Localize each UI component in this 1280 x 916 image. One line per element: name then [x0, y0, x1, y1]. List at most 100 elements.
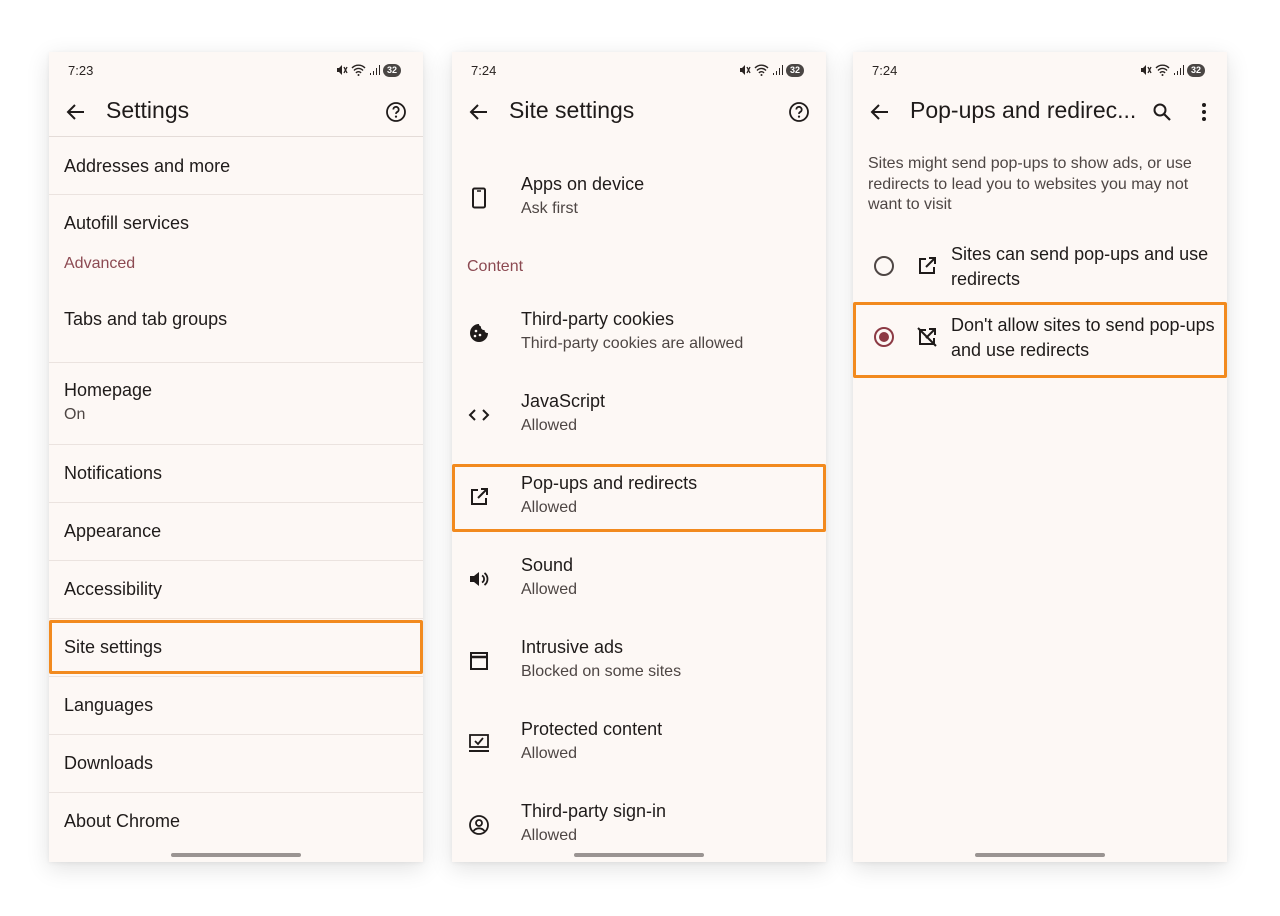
protected-content-icon	[467, 731, 491, 755]
site-setting-subtitle: Allowed	[521, 745, 578, 762]
app-bar: Site settings	[452, 88, 826, 136]
site-setting-subtitle: Ask first	[521, 200, 578, 217]
back-arrow-icon[interactable]	[63, 99, 89, 125]
status-bar: 7:23 32	[68, 62, 401, 78]
volume-icon	[467, 567, 491, 591]
battery-indicator: 32	[382, 63, 401, 77]
settings-item-appearance[interactable]: Appearance	[49, 503, 423, 561]
settings-item-label: Homepage	[64, 380, 153, 400]
settings-item-label: Autofill services	[64, 213, 190, 233]
settings-item-label: Appearance	[64, 521, 162, 541]
settings-item-addresses[interactable]: Addresses and more	[49, 137, 423, 195]
option-label: Sites can send pop-ups and use redirects	[951, 244, 1209, 289]
settings-item-site-settings[interactable]: Site settings	[49, 619, 423, 677]
settings-item-accessibility[interactable]: Accessibility	[49, 561, 423, 619]
back-arrow-icon[interactable]	[466, 99, 492, 125]
settings-item-label: Languages	[64, 695, 154, 715]
site-setting-third-party-sign-in[interactable]: Third-party sign-in Allowed	[452, 787, 826, 862]
site-setting-sound[interactable]: Sound Allowed	[452, 541, 826, 623]
settings-item-notifications[interactable]: Notifications	[49, 445, 423, 503]
settings-item-subtitle: On	[64, 406, 86, 423]
site-setting-label: Intrusive ads	[521, 637, 624, 657]
settings-item-label: Downloads	[64, 753, 154, 773]
site-setting-subtitle: Blocked on some sites	[521, 663, 682, 680]
help-icon[interactable]	[786, 99, 812, 125]
mute-icon	[1140, 65, 1152, 75]
open-in-new-off-icon	[915, 325, 939, 349]
site-setting-label: Protected content	[521, 719, 663, 739]
settings-item-label: Tabs and tab groups	[64, 309, 228, 329]
help-icon[interactable]	[383, 99, 409, 125]
status-time: 7:24	[471, 62, 497, 78]
battery-indicator: 32	[1186, 63, 1205, 77]
wifi-icon	[754, 64, 769, 76]
settings-item-downloads[interactable]: Downloads	[49, 735, 423, 793]
site-setting-label: Apps on device	[521, 174, 645, 194]
status-bar: 7:24 32	[872, 62, 1205, 78]
popups-description: Sites might send pop-ups to show ads, or…	[868, 155, 1192, 213]
site-setting-subtitle: Allowed	[521, 499, 578, 516]
settings-item-label: Site settings	[64, 637, 163, 657]
home-indicator[interactable]	[975, 853, 1105, 857]
window-icon	[467, 649, 491, 673]
option-allow-popups[interactable]: Sites can send pop-ups and use redirects	[853, 236, 1227, 298]
page-title: Settings	[106, 97, 190, 123]
search-icon[interactable]	[1149, 99, 1175, 125]
site-setting-label: Third-party sign-in	[521, 801, 667, 821]
account-circle-icon	[467, 813, 491, 837]
more-vert-icon[interactable]	[1191, 99, 1217, 125]
open-in-new-icon	[467, 485, 491, 509]
settings-item-label: Addresses and more	[64, 156, 231, 176]
site-setting-protected-content[interactable]: Protected content Allowed	[452, 705, 826, 787]
wifi-icon	[1155, 64, 1170, 76]
popups-screen: 7:24 32 Pop-ups and redirec... Sites mig…	[853, 52, 1227, 862]
home-indicator[interactable]	[574, 853, 704, 857]
site-setting-label: JavaScript	[521, 391, 606, 411]
status-icons: 32	[336, 63, 401, 77]
site-setting-apps-on-device[interactable]: Apps on device Ask first	[452, 160, 826, 242]
site-setting-javascript[interactable]: JavaScript Allowed	[452, 377, 826, 459]
settings-item-about-chrome[interactable]: About Chrome	[49, 793, 423, 851]
site-setting-subtitle: Allowed	[521, 827, 578, 844]
site-setting-subtitle: Allowed	[521, 417, 578, 434]
site-setting-third-party-cookies[interactable]: Third-party cookies Third-party cookies …	[452, 295, 826, 377]
page-title: Site settings	[509, 97, 635, 123]
back-arrow-icon[interactable]	[867, 99, 893, 125]
option-block-popups[interactable]: Don't allow sites to send pop-ups and us…	[853, 307, 1227, 369]
settings-item-homepage[interactable]: Homepage On	[49, 363, 423, 445]
mute-icon	[336, 65, 348, 75]
option-label: Don't allow sites to send pop-ups and us…	[951, 315, 1215, 360]
status-time: 7:23	[68, 62, 94, 78]
signal-icon	[772, 65, 783, 75]
settings-screen: 7:23 32 Settings Addresses and more Auto…	[49, 52, 423, 862]
mute-icon	[739, 65, 751, 75]
site-settings-screen: 7:24 32 Site settings Apps on device Ask…	[452, 52, 826, 862]
code-icon	[467, 403, 491, 427]
settings-item-label: Notifications	[64, 463, 163, 483]
battery-indicator: 32	[785, 63, 804, 77]
app-bar: Pop-ups and redirec...	[853, 88, 1227, 136]
settings-item-label: Accessibility	[64, 579, 163, 599]
site-setting-label: Sound	[521, 555, 574, 575]
status-icons: 32	[1140, 63, 1205, 77]
site-setting-intrusive-ads[interactable]: Intrusive ads Blocked on some sites	[452, 623, 826, 705]
open-in-new-icon	[915, 254, 939, 278]
settings-item-label: About Chrome	[64, 811, 181, 831]
settings-item-tabs[interactable]: Tabs and tab groups	[49, 303, 423, 363]
section-header-advanced: Advanced	[64, 255, 136, 272]
settings-list: Addresses and more Autofill services Adv…	[49, 137, 423, 851]
radio-button[interactable]	[874, 256, 894, 276]
settings-item-languages[interactable]: Languages	[49, 677, 423, 735]
site-setting-label: Pop-ups and redirects	[521, 473, 698, 493]
signal-icon	[1173, 65, 1184, 75]
site-setting-subtitle: Allowed	[521, 581, 578, 598]
section-header-content: Content	[467, 258, 524, 275]
status-bar: 7:24 32	[471, 62, 804, 78]
phone-icon	[467, 186, 491, 210]
cookie-icon	[467, 321, 491, 345]
settings-item-autofill-services[interactable]: Autofill services	[49, 195, 423, 253]
radio-button-selected[interactable]	[874, 327, 894, 347]
site-setting-label: Third-party cookies	[521, 309, 675, 329]
site-setting-popups[interactable]: Pop-ups and redirects Allowed	[452, 459, 826, 541]
home-indicator[interactable]	[171, 853, 301, 857]
